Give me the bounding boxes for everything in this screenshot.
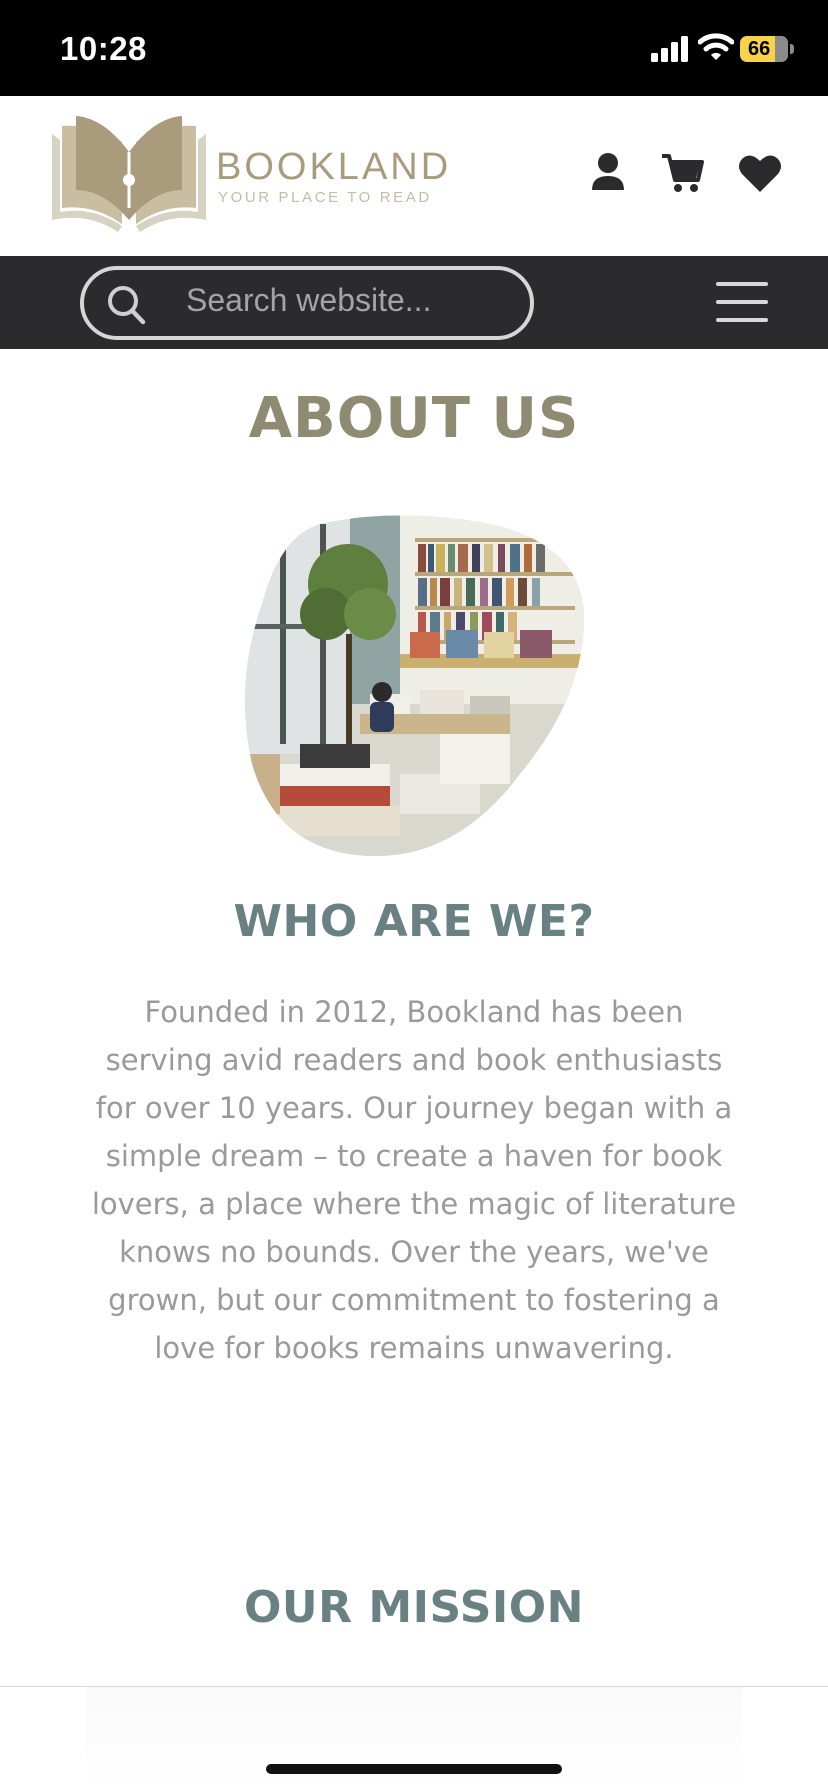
search-placeholder[interactable]: Search website... xyxy=(186,282,431,319)
our-mission-heading: OUR MISSION xyxy=(244,1582,584,1633)
search-input[interactable]: Search website... xyxy=(80,266,534,340)
battery-icon: 66 xyxy=(740,36,788,62)
bottom-bar xyxy=(0,1687,828,1792)
page-title: ABOUT US xyxy=(248,386,580,451)
site-header: BOOKLAND YOUR PLACE TO READ xyxy=(0,96,828,256)
hamburger-menu-icon[interactable] xyxy=(714,280,770,324)
logo-book-pen-icon[interactable] xyxy=(48,108,210,238)
battery-tip xyxy=(790,44,794,54)
heart-icon[interactable] xyxy=(738,152,782,194)
status-time: 10:28 xyxy=(60,30,147,67)
brand-name[interactable]: BOOKLAND xyxy=(216,146,451,189)
cart-icon[interactable] xyxy=(660,152,704,194)
who-are-we-heading: WHO ARE WE? xyxy=(233,896,595,947)
signal-icon xyxy=(651,36,688,62)
wifi-icon xyxy=(698,33,734,60)
status-bar: 10:28 66 xyxy=(0,0,828,96)
search-bar: Search website... xyxy=(0,256,828,349)
bottom-fade xyxy=(86,1687,742,1792)
bookstore-photo xyxy=(244,515,585,857)
brand-tagline: YOUR PLACE TO READ xyxy=(218,189,432,206)
home-indicator[interactable] xyxy=(266,1764,562,1774)
user-icon[interactable] xyxy=(590,152,626,194)
who-are-we-text: Founded in 2012, Bookland has been servi… xyxy=(91,995,737,1365)
search-icon[interactable] xyxy=(106,284,146,326)
battery-level: 66 xyxy=(748,38,771,60)
